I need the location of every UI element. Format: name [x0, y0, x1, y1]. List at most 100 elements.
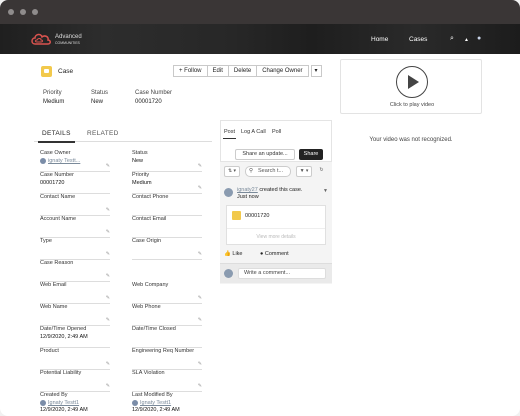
field-label: Case Reason: [40, 260, 74, 266]
tab-details[interactable]: DETAILS: [38, 130, 75, 143]
case-preview-number[interactable]: 00001720: [245, 213, 269, 219]
share-update-input[interactable]: Share an update...: [235, 149, 295, 160]
feed-search-placeholder: Search t...: [258, 168, 284, 174]
edit-pencil-icon[interactable]: ✎: [198, 383, 202, 389]
created-by-link[interactable]: Ignaty Testt1: [40, 400, 110, 406]
edit-pencil-icon[interactable]: ✎: [198, 295, 202, 301]
sort-icon[interactable]: ⇅ ▾: [224, 166, 240, 177]
like-button[interactable]: 👍 Like: [224, 251, 242, 257]
video-player[interactable]: Click to play video: [340, 59, 482, 114]
field-value: New: [132, 158, 144, 164]
field-label: Web Name: [40, 304, 68, 310]
field-label: Date/Time Closed: [132, 326, 176, 332]
tab-related[interactable]: RELATED: [87, 130, 119, 137]
field-label: SLA Violation: [132, 370, 165, 376]
modified-by-user[interactable]: Ignaty Testt1: [140, 400, 171, 406]
refresh-icon[interactable]: ↻: [316, 166, 327, 177]
record-header: Case + Follow Edit Delete Change Owner ▾…: [28, 62, 330, 112]
edit-pencil-icon[interactable]: ✎: [198, 163, 202, 169]
edit-pencil-icon[interactable]: ✎: [106, 361, 110, 367]
owner-link[interactable]: ignaty Testt...: [40, 158, 110, 164]
site-header: Advanced COMMUNITIES Home Cases ⌕ ▲ ●: [0, 24, 520, 54]
field-web-phone: Web Phone ✎: [132, 304, 202, 326]
highlight-label: Case Number: [135, 90, 173, 96]
highlight-priority: Priority Medium: [43, 90, 64, 105]
edit-pencil-icon[interactable]: ✎: [198, 317, 202, 323]
publisher-tab-log-call[interactable]: Log A Call: [241, 129, 266, 135]
field-type: Type ✎: [40, 238, 110, 260]
search-icon[interactable]: ⌕: [450, 35, 454, 43]
post-text: ignaty27 created this case. Just now: [237, 187, 302, 201]
play-icon[interactable]: [396, 66, 428, 98]
record-object-label: Case: [58, 68, 74, 75]
field-value: 12/9/2020, 2:49 AM: [40, 334, 88, 340]
field-created-by: Created By Ignaty Testt1 12/9/2020, 2:49…: [40, 392, 110, 416]
logo-text: Advanced COMMUNITIES: [55, 34, 82, 46]
comment-button[interactable]: ● Comment: [260, 251, 289, 257]
avatar-icon[interactable]: ●: [477, 35, 481, 42]
more-actions-button[interactable]: ▾: [310, 65, 322, 77]
edit-pencil-icon[interactable]: ✎: [106, 163, 110, 169]
highlight-value: Medium: [43, 99, 65, 105]
share-button[interactable]: Share: [299, 149, 323, 160]
comment-row: Write a comment...: [220, 263, 332, 283]
field-label: Contact Email: [132, 216, 167, 222]
edit-pencil-icon[interactable]: ✎: [198, 361, 202, 367]
edit-pencil-icon[interactable]: ✎: [106, 317, 110, 323]
case-preview-card[interactable]: 00001720 View more details: [226, 205, 326, 245]
field-case-origin: Case Origin ✎: [132, 238, 202, 260]
highlight-case-number: Case Number 00001720: [135, 90, 172, 105]
bell-icon[interactable]: ▲: [464, 37, 469, 43]
highlight-label: Priority: [43, 90, 62, 96]
comment-input[interactable]: Write a comment...: [238, 268, 326, 279]
edit-pencil-icon[interactable]: ✎: [106, 383, 110, 389]
created-by-user[interactable]: Ignaty Testt1: [48, 400, 79, 406]
field-label: Account Name: [40, 216, 77, 222]
window-close-dot[interactable]: [8, 9, 14, 15]
field-potential-liability: Potential Liability ✎: [40, 370, 110, 392]
chatter-feed: Post Log A Call Poll Share an update... …: [220, 120, 332, 284]
record-tabs: DETAILS RELATED: [34, 128, 212, 143]
nav-home-link[interactable]: Home: [371, 36, 388, 43]
user-avatar-icon: [224, 269, 233, 278]
highlight-status: Status New: [91, 90, 108, 105]
window-minimize-dot[interactable]: [20, 9, 26, 15]
owner-name[interactable]: ignaty Testt...: [48, 158, 80, 164]
field-engineering-req: Engineering Req Number ✎: [132, 348, 202, 370]
field-label: Case Number: [40, 172, 74, 178]
play-caption: Click to play video: [389, 102, 435, 108]
edit-button[interactable]: Edit: [207, 65, 229, 77]
edit-pencil-icon[interactable]: ✎: [106, 207, 110, 213]
window-maximize-dot[interactable]: [32, 9, 38, 15]
edit-pencil-icon[interactable]: ✎: [106, 251, 110, 257]
publisher-tab-post[interactable]: Post: [222, 129, 237, 139]
view-more-details-link[interactable]: View more details: [227, 228, 325, 240]
thumbs-up-icon: 👍: [224, 251, 231, 257]
delete-button[interactable]: Delete: [228, 65, 258, 77]
edit-pencil-icon[interactable]: ✎: [198, 251, 202, 257]
field-modified-by: Last Modified By Ignaty Testt1 12/9/2020…: [132, 392, 202, 416]
user-avatar-icon: [40, 158, 46, 164]
edit-pencil-icon[interactable]: ✎: [106, 273, 110, 279]
edit-pencil-icon[interactable]: ✎: [198, 185, 202, 191]
publisher-tab-poll[interactable]: Poll: [272, 129, 281, 135]
post-user-link[interactable]: ignaty27: [237, 187, 258, 193]
field-label: Web Phone: [132, 304, 161, 310]
nav-cases-link[interactable]: Cases: [409, 36, 427, 43]
filter-icon[interactable]: ▼ ▾: [296, 166, 312, 177]
post-menu-chevron-icon[interactable]: ▼: [323, 188, 328, 194]
follow-button[interactable]: + Follow: [173, 65, 208, 77]
field-product: Product ✎: [40, 348, 110, 370]
modified-by-link[interactable]: Ignaty Testt1: [132, 400, 202, 406]
field-contact-name: Contact Name ✎: [40, 194, 110, 216]
edit-pencil-icon[interactable]: ✎: [106, 229, 110, 235]
field-web-name: Web Name ✎: [40, 304, 110, 326]
field-label: Last Modified By: [132, 392, 173, 398]
change-owner-button[interactable]: Change Owner: [257, 65, 309, 77]
field-case-number: Case Number 00001720: [40, 172, 110, 194]
edit-pencil-icon[interactable]: ✎: [106, 295, 110, 301]
field-value: 12/9/2020, 2:49 AM: [40, 407, 88, 413]
feed-search-input[interactable]: ⚲ Search t...: [245, 166, 291, 177]
field-date-opened: Date/Time Opened 12/9/2020, 2:49 AM: [40, 326, 110, 348]
case-icon: [41, 66, 52, 77]
